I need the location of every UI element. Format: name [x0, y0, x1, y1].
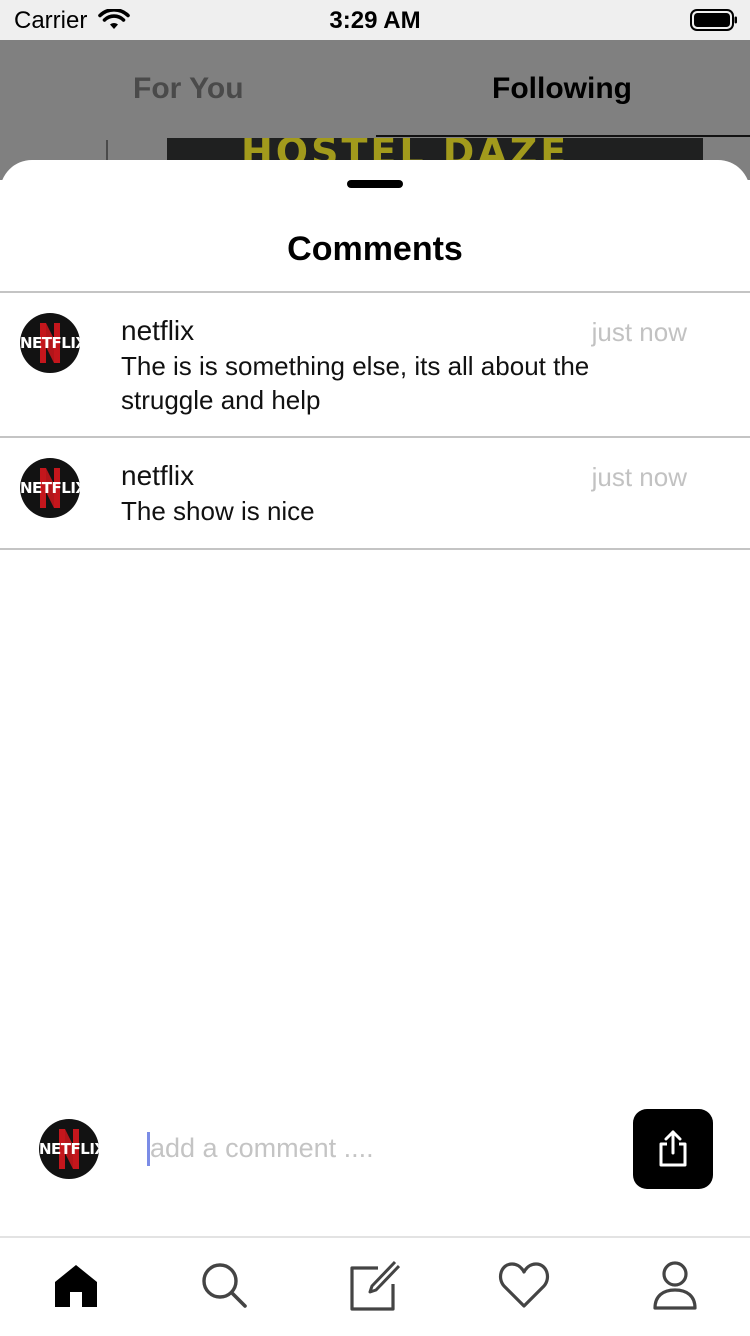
avatar-logo-text: NETFLIX [20, 479, 80, 497]
comment-item: NETFLIX netflix just now The is is somet… [0, 293, 750, 437]
home-icon [55, 1265, 97, 1307]
tab-likes[interactable] [498, 1260, 550, 1314]
compose-icon [350, 1260, 400, 1311]
avatar-logo-text: NETFLIX [39, 1140, 99, 1158]
search-icon [202, 1263, 247, 1308]
send-button[interactable] [633, 1109, 713, 1189]
tab-search[interactable] [199, 1260, 249, 1314]
heart-icon [498, 1262, 550, 1308]
comment-input[interactable] [150, 1128, 600, 1168]
status-time: 3:29 AM [329, 7, 421, 34]
tab-compose[interactable] [348, 1260, 400, 1314]
active-tab-indicator [376, 135, 750, 137]
status-bar: Carrier 3:29 AM [0, 0, 750, 40]
comment-composer: NETFLIX [0, 1100, 750, 1200]
comment-item: NETFLIX netflix just now The show is nic… [0, 438, 750, 548]
avatar-logo-text: NETFLIX [20, 334, 80, 352]
tab-home[interactable] [51, 1260, 101, 1314]
avatar[interactable]: NETFLIX [20, 458, 80, 518]
tab-for-you[interactable]: For You [133, 72, 244, 106]
sheet-title: Comments [287, 230, 463, 268]
battery-icon [690, 9, 738, 36]
comment-timestamp: just now [591, 462, 687, 492]
feed-background: For You Following HOSTEL DAZE [0, 40, 750, 180]
comment-timestamp: just now [591, 317, 687, 347]
comment-username[interactable]: netflix [121, 460, 194, 492]
divider [0, 548, 750, 550]
profile-icon [653, 1261, 697, 1310]
comment-username[interactable]: netflix [121, 315, 194, 347]
bottom-tab-bar [0, 1236, 750, 1336]
avatar[interactable]: NETFLIX [39, 1119, 99, 1179]
sheet-drag-handle[interactable] [347, 180, 403, 188]
share-upload-icon [659, 1130, 687, 1167]
comment-text: The is is something else, its all about … [121, 351, 590, 415]
tab-following[interactable]: Following [492, 72, 632, 106]
tab-profile[interactable] [650, 1260, 700, 1314]
avatar[interactable]: NETFLIX [20, 313, 80, 373]
comment-text: The show is nice [121, 496, 315, 526]
